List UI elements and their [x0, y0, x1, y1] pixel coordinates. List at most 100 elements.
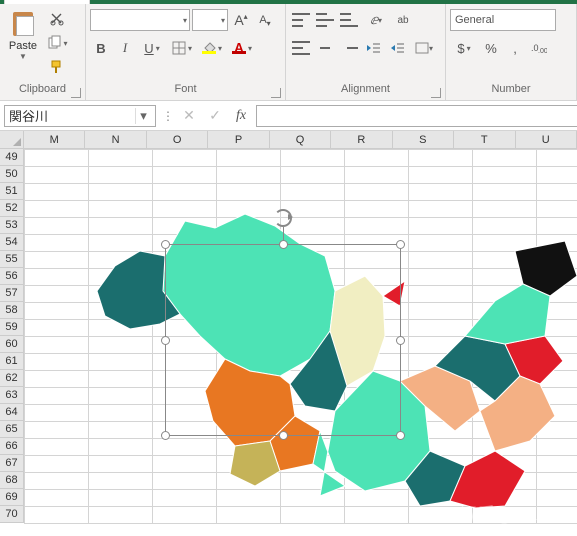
align-bottom-button[interactable] — [338, 9, 360, 31]
column-header[interactable]: N — [85, 131, 146, 149]
resize-handle[interactable] — [279, 240, 288, 249]
alignment-group-label: Alignment — [341, 83, 390, 95]
align-right-icon — [340, 41, 358, 55]
worksheet-grid[interactable]: MNOPQRSTU 495051525354555657585960616263… — [0, 131, 577, 536]
formula-bar-handle[interactable]: ⋮ — [160, 109, 176, 123]
font-launcher[interactable] — [271, 88, 281, 98]
row-header[interactable]: 68 — [0, 472, 24, 489]
row-header[interactable]: 57 — [0, 285, 24, 302]
fill-color-button[interactable]: ▾ — [198, 37, 226, 59]
increase-indent-button[interactable] — [386, 37, 408, 59]
enter-button[interactable]: ✓ — [202, 105, 228, 127]
row-header[interactable]: 64 — [0, 404, 24, 421]
chevron-down-icon[interactable]: ▼ — [19, 52, 27, 61]
inc-decimal-icon: .0.00 — [531, 42, 547, 54]
wrap-text-button[interactable]: ab — [392, 9, 414, 31]
resize-handle[interactable] — [161, 336, 170, 345]
row-header[interactable]: 51 — [0, 183, 24, 200]
row-header[interactable]: 50 — [0, 166, 24, 183]
resize-handle[interactable] — [161, 431, 170, 440]
resize-handle[interactable] — [396, 431, 405, 440]
row-header[interactable]: 53 — [0, 217, 24, 234]
column-header[interactable]: O — [147, 131, 208, 149]
format-painter-icon — [49, 59, 65, 75]
align-middle-icon — [316, 13, 334, 27]
percent-button[interactable]: % — [480, 37, 502, 59]
font-size-combo[interactable]: ▾ — [192, 9, 228, 31]
row-header[interactable]: 52 — [0, 200, 24, 217]
font-color-button[interactable]: A ▾ — [228, 37, 256, 59]
column-header[interactable]: M — [24, 131, 85, 149]
borders-button[interactable]: ▾ — [168, 37, 196, 59]
orientation-button[interactable]: ⅇ▾ — [362, 9, 390, 31]
row-header[interactable]: 56 — [0, 268, 24, 285]
font-name-combo[interactable]: ▾ — [90, 9, 190, 31]
shape-selection-box[interactable] — [165, 244, 401, 436]
select-all-corner[interactable] — [0, 131, 24, 149]
copy-icon — [46, 35, 62, 51]
column-header[interactable]: T — [454, 131, 515, 149]
align-center-button[interactable] — [314, 37, 336, 59]
row-header[interactable]: 67 — [0, 455, 24, 472]
watermark-text: 知乎 @DLXIII — [456, 500, 565, 526]
resize-handle[interactable] — [279, 431, 288, 440]
name-box-value: 関谷川 — [9, 106, 48, 125]
column-header[interactable]: P — [208, 131, 269, 149]
name-box[interactable]: 関谷川 ▾ — [4, 105, 156, 127]
paste-button[interactable]: Paste ▼ — [4, 6, 42, 78]
increase-decimal-button[interactable]: .0.00 — [528, 37, 550, 59]
column-header[interactable]: Q — [270, 131, 331, 149]
row-header[interactable]: 54 — [0, 234, 24, 251]
copy-button[interactable]: ▾ — [46, 32, 68, 54]
name-box-dropdown[interactable]: ▾ — [135, 108, 151, 124]
insert-function-button[interactable]: fx — [228, 105, 254, 127]
svg-text:.00: .00 — [538, 48, 547, 54]
format-painter-button[interactable] — [46, 56, 68, 78]
row-header[interactable]: 62 — [0, 370, 24, 387]
align-top-button[interactable] — [290, 9, 312, 31]
bold-button[interactable]: B — [90, 37, 112, 59]
number-group-label: Number — [491, 83, 530, 95]
clipboard-launcher[interactable] — [71, 88, 81, 98]
decrease-indent-button[interactable] — [362, 37, 384, 59]
italic-button[interactable]: I — [114, 37, 136, 59]
scissors-icon — [49, 11, 65, 27]
row-header[interactable]: 55 — [0, 251, 24, 268]
align-middle-button[interactable] — [314, 9, 336, 31]
row-header[interactable]: 66 — [0, 438, 24, 455]
column-header[interactable]: R — [331, 131, 392, 149]
underline-button[interactable]: U▾ — [138, 37, 166, 59]
cut-button[interactable] — [46, 8, 68, 30]
font-group-label: Font — [174, 83, 196, 95]
currency-button[interactable]: $▾ — [450, 37, 478, 59]
alignment-launcher[interactable] — [431, 88, 441, 98]
resize-handle[interactable] — [161, 240, 170, 249]
row-header[interactable]: 63 — [0, 387, 24, 404]
formula-bar-input[interactable] — [256, 105, 577, 127]
align-right-button[interactable] — [338, 37, 360, 59]
outdent-icon — [366, 42, 380, 54]
borders-icon — [172, 41, 186, 55]
column-header[interactable]: U — [516, 131, 577, 149]
row-header[interactable]: 69 — [0, 489, 24, 506]
row-header[interactable]: 58 — [0, 302, 24, 319]
indent-icon — [390, 42, 404, 54]
align-left-button[interactable] — [290, 37, 312, 59]
decrease-font-button[interactable]: A▾ — [254, 9, 276, 31]
cancel-button[interactable]: ✕ — [176, 105, 202, 127]
resize-handle[interactable] — [396, 336, 405, 345]
row-header[interactable]: 61 — [0, 353, 24, 370]
rotate-handle-icon[interactable] — [274, 209, 292, 227]
row-header[interactable]: 49 — [0, 149, 24, 166]
column-header[interactable]: S — [393, 131, 454, 149]
resize-handle[interactable] — [396, 240, 405, 249]
number-format-combo[interactable]: General — [450, 9, 556, 31]
row-header[interactable]: 59 — [0, 319, 24, 336]
row-header[interactable]: 65 — [0, 421, 24, 438]
paste-label: Paste — [9, 40, 37, 52]
merge-button[interactable]: ▾ — [410, 37, 438, 59]
comma-button[interactable]: , — [504, 37, 526, 59]
increase-font-button[interactable]: A▴ — [230, 9, 252, 31]
row-header[interactable]: 70 — [0, 506, 24, 523]
row-header[interactable]: 60 — [0, 336, 24, 353]
